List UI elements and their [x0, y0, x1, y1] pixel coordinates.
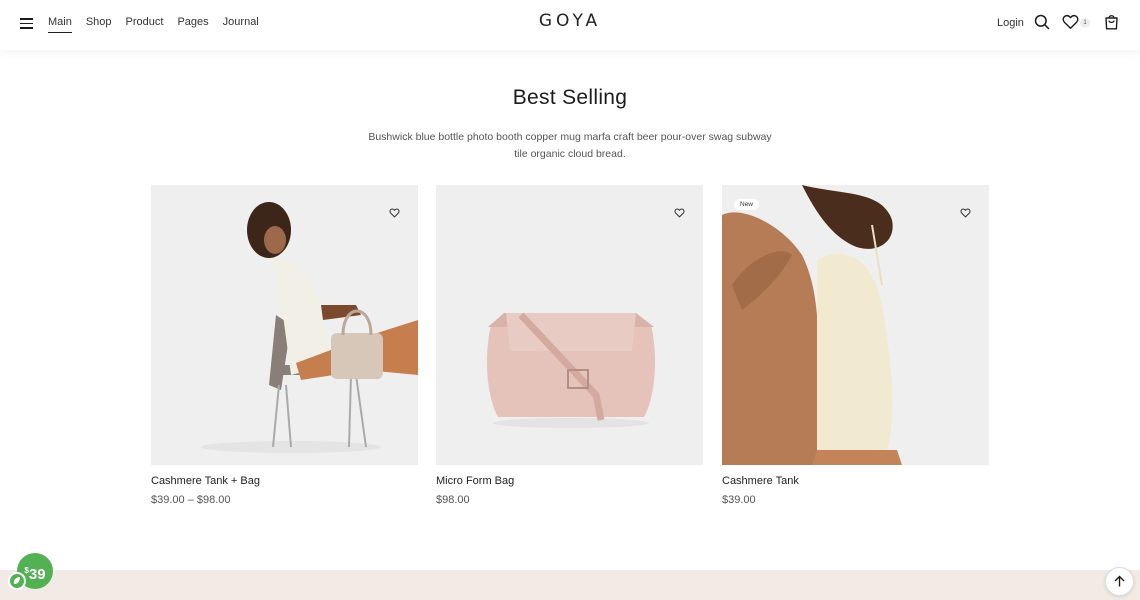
price-value: 39	[28, 566, 46, 583]
product-name[interactable]: Micro Form Bag	[436, 475, 703, 487]
product-photo-woman-with-bag	[151, 185, 418, 465]
product-price: $39.00 – $98.00	[151, 494, 231, 506]
section-title: Best Selling	[512, 86, 628, 109]
wishlist-heart-icon[interactable]	[960, 205, 971, 223]
wishlist-heart-icon[interactable]	[389, 205, 400, 223]
site-header: Main Shop Product Pages Journal GOYA Log…	[0, 0, 1140, 50]
product-image[interactable]: New	[722, 185, 989, 465]
new-badge: New	[734, 199, 760, 210]
footer-strip	[0, 570, 1140, 600]
site-logo[interactable]: GOYA	[0, 11, 1140, 31]
section-description: Bushwick blue bottle photo booth copper …	[368, 131, 772, 160]
product-price: $39.00	[722, 494, 756, 506]
product-price: $98.00	[436, 494, 470, 506]
wishlist-count-badge: 1	[1080, 18, 1090, 28]
product-card[interactable]: New Cashmere Tank $39.00	[722, 185, 989, 506]
product-image[interactable]	[151, 185, 418, 465]
product-name[interactable]: Cashmere Tank	[722, 475, 989, 487]
product-card[interactable]: Micro Form Bag $98.00	[436, 185, 703, 506]
search-icon[interactable]	[1034, 14, 1050, 35]
product-name[interactable]: Cashmere Tank + Bag	[151, 475, 418, 487]
wishlist-heart-icon[interactable]	[1062, 14, 1079, 35]
login-link[interactable]: Login	[997, 17, 1024, 29]
arrow-up-icon	[1114, 575, 1125, 587]
product-image[interactable]	[436, 185, 703, 465]
product-card[interactable]: Cashmere Tank + Bag $39.00 – $98.00	[151, 185, 418, 506]
product-photo-cashmere-tank	[722, 185, 989, 465]
shopping-bag-icon[interactable]	[1104, 14, 1119, 35]
leaf-icon	[8, 572, 26, 590]
product-photo-pink-bag	[436, 185, 703, 465]
wishlist-heart-icon[interactable]	[674, 205, 685, 223]
back-to-top-button[interactable]	[1105, 567, 1134, 596]
